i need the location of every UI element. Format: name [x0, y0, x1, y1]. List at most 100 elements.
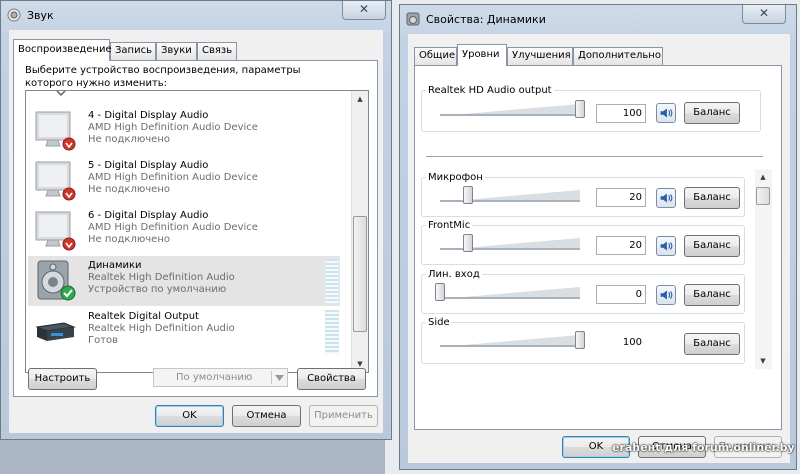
device-driver: AMD High Definition Audio Device [88, 222, 258, 233]
slider-baseline [440, 200, 580, 202]
device-name: 5 - Digital Display Audio [88, 160, 209, 171]
properties-dialog: Свойства: Динамики ✕ Общие Уровни Улучше… [399, 4, 797, 470]
dropdown-divider [271, 371, 272, 384]
separator [426, 156, 763, 157]
properties-tabs: Общие Уровни Улучшения Дополнительно [414, 44, 714, 66]
scroll-up-icon[interactable]: ▲ [352, 91, 368, 107]
speaker-mute-icon[interactable] [656, 188, 676, 208]
level-value-input[interactable]: 100 [596, 104, 646, 123]
balance-button[interactable]: Баланс [684, 333, 740, 355]
balance-button[interactable]: Баланс [684, 284, 740, 306]
channel-group-frontmic: FrontMic 20 Баланс [421, 220, 745, 265]
channel-group-mic: Микрофон 20 Баланс [421, 172, 745, 217]
device-item[interactable]: 4 - Digital Display Audio AMD High Defin… [28, 106, 340, 156]
default-label: По умолчанию [176, 372, 253, 383]
device-name: Динамики [88, 260, 142, 271]
device-driver: Realtek High Definition Audio [88, 323, 235, 334]
properties-client: Общие Уровни Улучшения Дополнительно Rea… [408, 34, 790, 463]
level-slider[interactable] [435, 283, 580, 301]
sound-dialog: Звук ✕ Воспроизведение Запись Звуки Связ… [0, 0, 392, 440]
partial-device-item[interactable] [26, 91, 338, 97]
tab-general[interactable]: Общие [414, 47, 457, 65]
speaker-title-icon [406, 12, 420, 26]
device-name: Realtek Digital Output [88, 311, 199, 322]
level-label: Микрофон [426, 172, 485, 183]
speaker-mute-icon[interactable] [656, 236, 676, 256]
device-status: Не подключено [88, 184, 170, 195]
level-value-input[interactable]: 20 [596, 236, 646, 255]
slider-thumb[interactable] [435, 283, 445, 301]
monitor-disconnected-icon [35, 111, 76, 151]
speaker-title-icon [7, 8, 21, 22]
tab-recording[interactable]: Запись [110, 42, 156, 60]
level-meter [325, 259, 339, 303]
levels-panel: Realtek HD Audio output 100 Баланс Микро… [414, 65, 782, 430]
sound-titlebar[interactable]: Звук ✕ [1, 1, 391, 29]
scroll-up-icon[interactable]: ▲ [755, 169, 771, 185]
properties-close-button[interactable]: ✕ [742, 5, 786, 24]
channel-group-line-in: Лин. вход 0 Баланс [421, 269, 745, 314]
master-level-group: Realtek HD Audio output 100 Баланс [421, 85, 761, 132]
device-driver: AMD High Definition Audio Device [88, 172, 258, 183]
ok-button[interactable]: OK [155, 405, 224, 427]
slider-baseline [440, 248, 580, 250]
level-value-input[interactable]: 100 [596, 333, 646, 352]
device-list-scrollbar[interactable]: ▲ ▼ [351, 91, 368, 372]
device-status: Устройство по умолчанию [88, 284, 227, 295]
slider-thumb[interactable] [463, 186, 473, 204]
channel-list-scrollbar[interactable]: ▲ ▼ [755, 169, 772, 369]
properties-titlebar[interactable]: Свойства: Динамики ✕ [400, 5, 796, 33]
level-slider[interactable] [440, 186, 580, 204]
device-item[interactable]: 6 - Digital Display Audio AMD High Defin… [28, 206, 340, 256]
device-driver: Realtek High Definition Audio [88, 272, 235, 283]
slider-thumb[interactable] [463, 234, 473, 252]
speaker-mute-icon[interactable] [656, 285, 676, 305]
device-list: 4 - Digital Display Audio AMD High Defin… [25, 90, 369, 373]
sound-close-button[interactable]: ✕ [342, 1, 386, 20]
level-label: Side [426, 317, 452, 328]
balance-button[interactable]: Баланс [684, 187, 740, 209]
tab-enhancements[interactable]: Улучшения [507, 47, 573, 65]
tab-playback[interactable]: Воспроизведение [13, 39, 112, 61]
slider-thumb[interactable] [575, 331, 585, 349]
device-status: Не подключено [88, 234, 170, 245]
level-value-input[interactable]: 0 [596, 285, 646, 304]
device-item[interactable]: 5 - Digital Display Audio AMD High Defin… [28, 156, 340, 206]
properties-button[interactable]: Свойства [297, 368, 366, 390]
speaker-default-icon [37, 260, 76, 301]
properties-title: Свойства: Динамики [426, 13, 546, 26]
scroll-thumb[interactable] [353, 216, 367, 332]
balance-button[interactable]: Баланс [684, 235, 740, 257]
device-driver: AMD High Definition Audio Device [88, 122, 258, 133]
apply-button[interactable]: Применить [309, 405, 378, 427]
level-slider[interactable] [440, 331, 585, 349]
speaker-mute-icon[interactable] [656, 103, 676, 123]
level-value-input[interactable]: 20 [596, 188, 646, 207]
sound-client: Воспроизведение Запись Звуки Связь Выбер… [9, 30, 383, 433]
slider-thumb[interactable] [575, 100, 585, 118]
tab-levels[interactable]: Уровни [457, 44, 507, 66]
device-item-speakers[interactable]: Динамики Realtek High Definition Audio У… [28, 256, 340, 306]
cancel-button[interactable]: Отмена [232, 405, 301, 427]
watermark-text: еraheнt для forum.onliner.by [612, 441, 795, 454]
scroll-thumb[interactable] [756, 187, 770, 205]
level-slider[interactable] [440, 100, 585, 118]
slider-baseline [440, 345, 580, 347]
device-name: 6 - Digital Display Audio [88, 210, 209, 221]
configure-button[interactable]: Настроить [28, 368, 97, 390]
level-slider[interactable] [440, 234, 580, 252]
monitor-disconnected-icon [35, 161, 76, 201]
monitor-disconnected-icon [35, 211, 76, 251]
tab-communications[interactable]: Связь [197, 42, 237, 60]
chevron-down-icon [275, 375, 284, 381]
balance-button[interactable]: Баланс [684, 102, 740, 124]
tab-advanced[interactable]: Дополнительно [573, 47, 663, 65]
level-meter [325, 310, 339, 354]
scroll-down-icon[interactable]: ▼ [755, 353, 771, 369]
set-default-dropdown[interactable]: По умолчанию [153, 368, 288, 387]
device-item[interactable]: Realtek Digital Output Realtek High Defi… [28, 307, 340, 357]
slider-baseline [440, 297, 580, 299]
level-label: Лин. вход [426, 269, 482, 280]
sound-tabs: Воспроизведение Запись Звуки Связь [13, 39, 313, 61]
tab-sounds[interactable]: Звуки [156, 42, 197, 60]
